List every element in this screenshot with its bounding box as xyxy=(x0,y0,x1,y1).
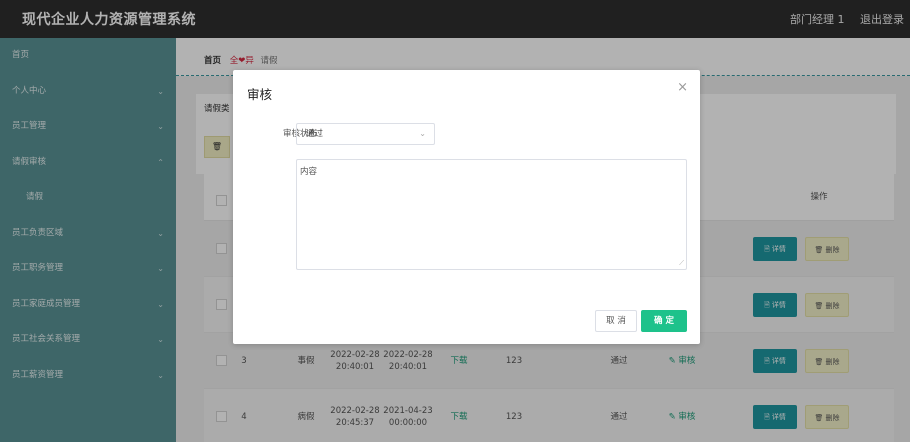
review-dialog: 审核 × 审核状态 通过 ⌄ 内容 ⟋ 取 消 确 定 xyxy=(233,70,700,344)
cancel-button[interactable]: 取 消 xyxy=(595,310,637,332)
chevron-down-icon: ⌄ xyxy=(419,129,426,138)
dialog-title: 审核 xyxy=(247,87,273,102)
close-icon[interactable]: × xyxy=(677,80,688,95)
content-textarea[interactable]: ⟋ xyxy=(296,159,687,270)
confirm-button[interactable]: 确 定 xyxy=(641,310,687,332)
review-status-select[interactable]: 通过 ⌄ xyxy=(296,123,435,145)
resize-handle-icon[interactable]: ⟋ xyxy=(679,259,684,268)
select-value: 通过 xyxy=(306,129,324,139)
